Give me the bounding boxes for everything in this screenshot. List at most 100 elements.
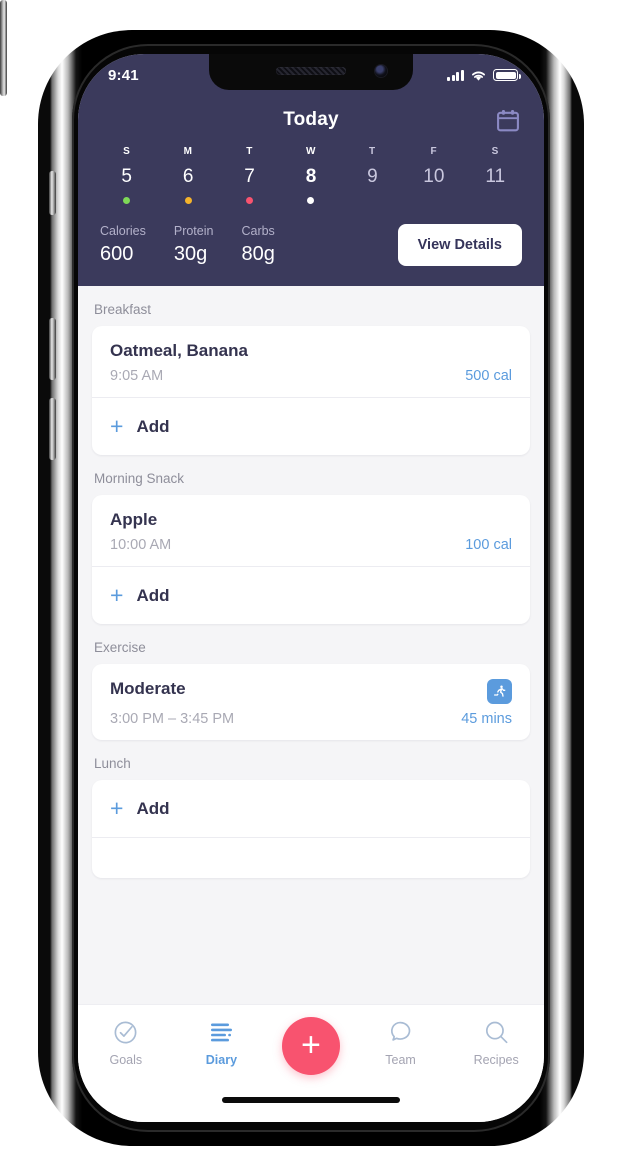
tab-label: Recipes: [473, 1053, 519, 1067]
entry-header: Oatmeal, Banana: [110, 341, 512, 361]
day-status-dot: [184, 197, 192, 204]
view-details-button[interactable]: View Details: [397, 224, 522, 266]
section-title-exercise: Exercise: [94, 640, 146, 655]
entry-name: Moderate: [110, 679, 186, 698]
day-label: F: [430, 146, 438, 157]
stat-calories: Calories 600: [100, 224, 146, 266]
entry-name: Apple: [110, 510, 158, 529]
page-title: Today: [283, 109, 339, 130]
day-number: 8: [305, 166, 317, 187]
signal-bars-icon: [447, 69, 464, 81]
day-cell[interactable]: T 7: [219, 146, 280, 204]
meal-card-lunch: + Add: [92, 780, 530, 878]
day-number: 6: [182, 166, 194, 187]
front-camera-icon: [375, 65, 387, 77]
day-label: T: [246, 146, 253, 157]
running-person-icon: [487, 679, 512, 704]
add-label: Add: [136, 798, 170, 818]
day-status-dot: [492, 197, 499, 204]
meal-card-breakfast: Oatmeal, Banana 9:05 AM 500 cal + Add: [92, 326, 530, 455]
plus-icon: +: [301, 1025, 321, 1064]
diary-list[interactable]: Breakfast Oatmeal, Banana 9:05 AM 500 ca…: [78, 286, 544, 923]
phone-notch: [209, 54, 413, 90]
silent-switch-button[interactable]: [49, 171, 56, 215]
day-status-dot: [246, 197, 254, 204]
add-entry-fab-wrapper: +: [276, 1017, 346, 1075]
search-icon: [455, 1017, 537, 1047]
entry-time: 3:00 PM – 3:45 PM: [110, 711, 235, 727]
day-label: S: [123, 146, 131, 157]
day-label: T: [369, 146, 376, 157]
day-number: 10: [423, 166, 445, 187]
section-title-lunch: Lunch: [94, 756, 131, 771]
plus-icon: +: [110, 413, 124, 439]
day-cell[interactable]: M 6: [157, 146, 218, 204]
add-food-button[interactable]: + Add: [92, 567, 530, 624]
stat-label: Protein: [173, 224, 214, 238]
earpiece-speaker-icon: [276, 67, 346, 75]
day-status-dot: [123, 197, 131, 204]
tab-team[interactable]: Team: [360, 1017, 442, 1067]
day-status-dot: [307, 197, 315, 204]
diary-entry-exercise[interactable]: Moderate 3:00 PM – 3:45 PM 45 mins: [92, 664, 530, 740]
section-title-breakfast: Breakfast: [94, 302, 152, 317]
status-bar-indicators: [447, 69, 521, 82]
section-title-morning-snack: Morning Snack: [94, 471, 185, 486]
entry-name: Oatmeal, Banana: [110, 341, 248, 360]
stat-value: 30g: [173, 243, 208, 265]
add-entry-fab[interactable]: +: [281, 1017, 340, 1075]
stat-protein: Protein 30g: [174, 224, 214, 266]
day-number: 11: [485, 166, 506, 187]
screenshot-stage: 9:41 Today S 5 M 6 T 7 W 8 T 9 F 10 S 11…: [0, 0, 622, 1176]
plus-icon: +: [110, 795, 124, 821]
header-top-row: Today: [78, 98, 544, 142]
entry-value: 100 cal: [465, 537, 512, 553]
tab-diary[interactable]: Diary: [180, 1017, 262, 1067]
day-number: 9: [367, 166, 378, 187]
day-label: M: [183, 146, 193, 157]
day-label: S: [491, 146, 499, 157]
day-number: 5: [121, 166, 132, 187]
volume-down-button[interactable]: [49, 398, 56, 460]
stat-label: Calories: [100, 224, 146, 238]
nutrition-summary-bar: Calories 600 Protein 30g Carbs 80g View …: [78, 216, 544, 286]
tab-label: Diary: [205, 1053, 238, 1067]
entry-value: 500 cal: [465, 368, 512, 384]
add-food-button[interactable]: + Add: [92, 780, 530, 837]
calendar-icon[interactable]: [494, 107, 522, 135]
day-status-dot: [430, 197, 437, 204]
stat-carbs: Carbs 80g: [241, 224, 274, 266]
day-cell-selected[interactable]: W 8: [280, 146, 341, 204]
entry-meta: 9:05 AM 500 cal: [110, 368, 512, 384]
diary-entry[interactable]: Apple 10:00 AM 100 cal: [92, 495, 530, 566]
app-header: Today S 5 M 6 T 7 W 8 T 9 F 10 S 11: [78, 98, 544, 216]
stat-value: 80g: [241, 243, 275, 265]
volume-up-button[interactable]: [49, 318, 56, 380]
bottom-tab-bar: Goals Diary + Team Recipes: [78, 1004, 544, 1122]
tab-label: Team: [385, 1053, 416, 1067]
add-label: Add: [136, 416, 170, 436]
week-day-strip: S 5 M 6 T 7 W 8 T 9 F 10 S 11: [78, 142, 544, 204]
entry-meta: 3:00 PM – 3:45 PM 45 mins: [110, 711, 512, 727]
day-number: 7: [244, 166, 255, 187]
add-food-button[interactable]: + Add: [92, 398, 530, 455]
wifi-icon: [472, 71, 485, 81]
phone-screen: 9:41 Today S 5 M 6 T 7 W 8 T 9 F 10 S 11…: [78, 54, 544, 1122]
tab-goals[interactable]: Goals: [85, 1017, 167, 1067]
day-label: W: [305, 146, 316, 157]
add-label: Add: [136, 585, 170, 605]
day-cell[interactable]: S 11: [465, 146, 526, 204]
day-cell[interactable]: T 9: [342, 146, 403, 204]
tab-recipes[interactable]: Recipes: [455, 1017, 537, 1067]
day-cell[interactable]: S 5: [96, 146, 157, 204]
entry-header: Moderate: [110, 679, 512, 704]
diary-entry[interactable]: Oatmeal, Banana 9:05 AM 500 cal: [92, 326, 530, 397]
tab-label: Goals: [109, 1053, 143, 1067]
power-button[interactable]: [0, 0, 7, 96]
stat-value: 600: [100, 243, 134, 265]
battery-icon: [493, 69, 521, 81]
entry-time: 9:05 AM: [110, 368, 164, 384]
day-cell[interactable]: F 10: [403, 146, 464, 204]
entry-value: 45 mins: [461, 711, 512, 727]
home-indicator[interactable]: [222, 1097, 400, 1103]
